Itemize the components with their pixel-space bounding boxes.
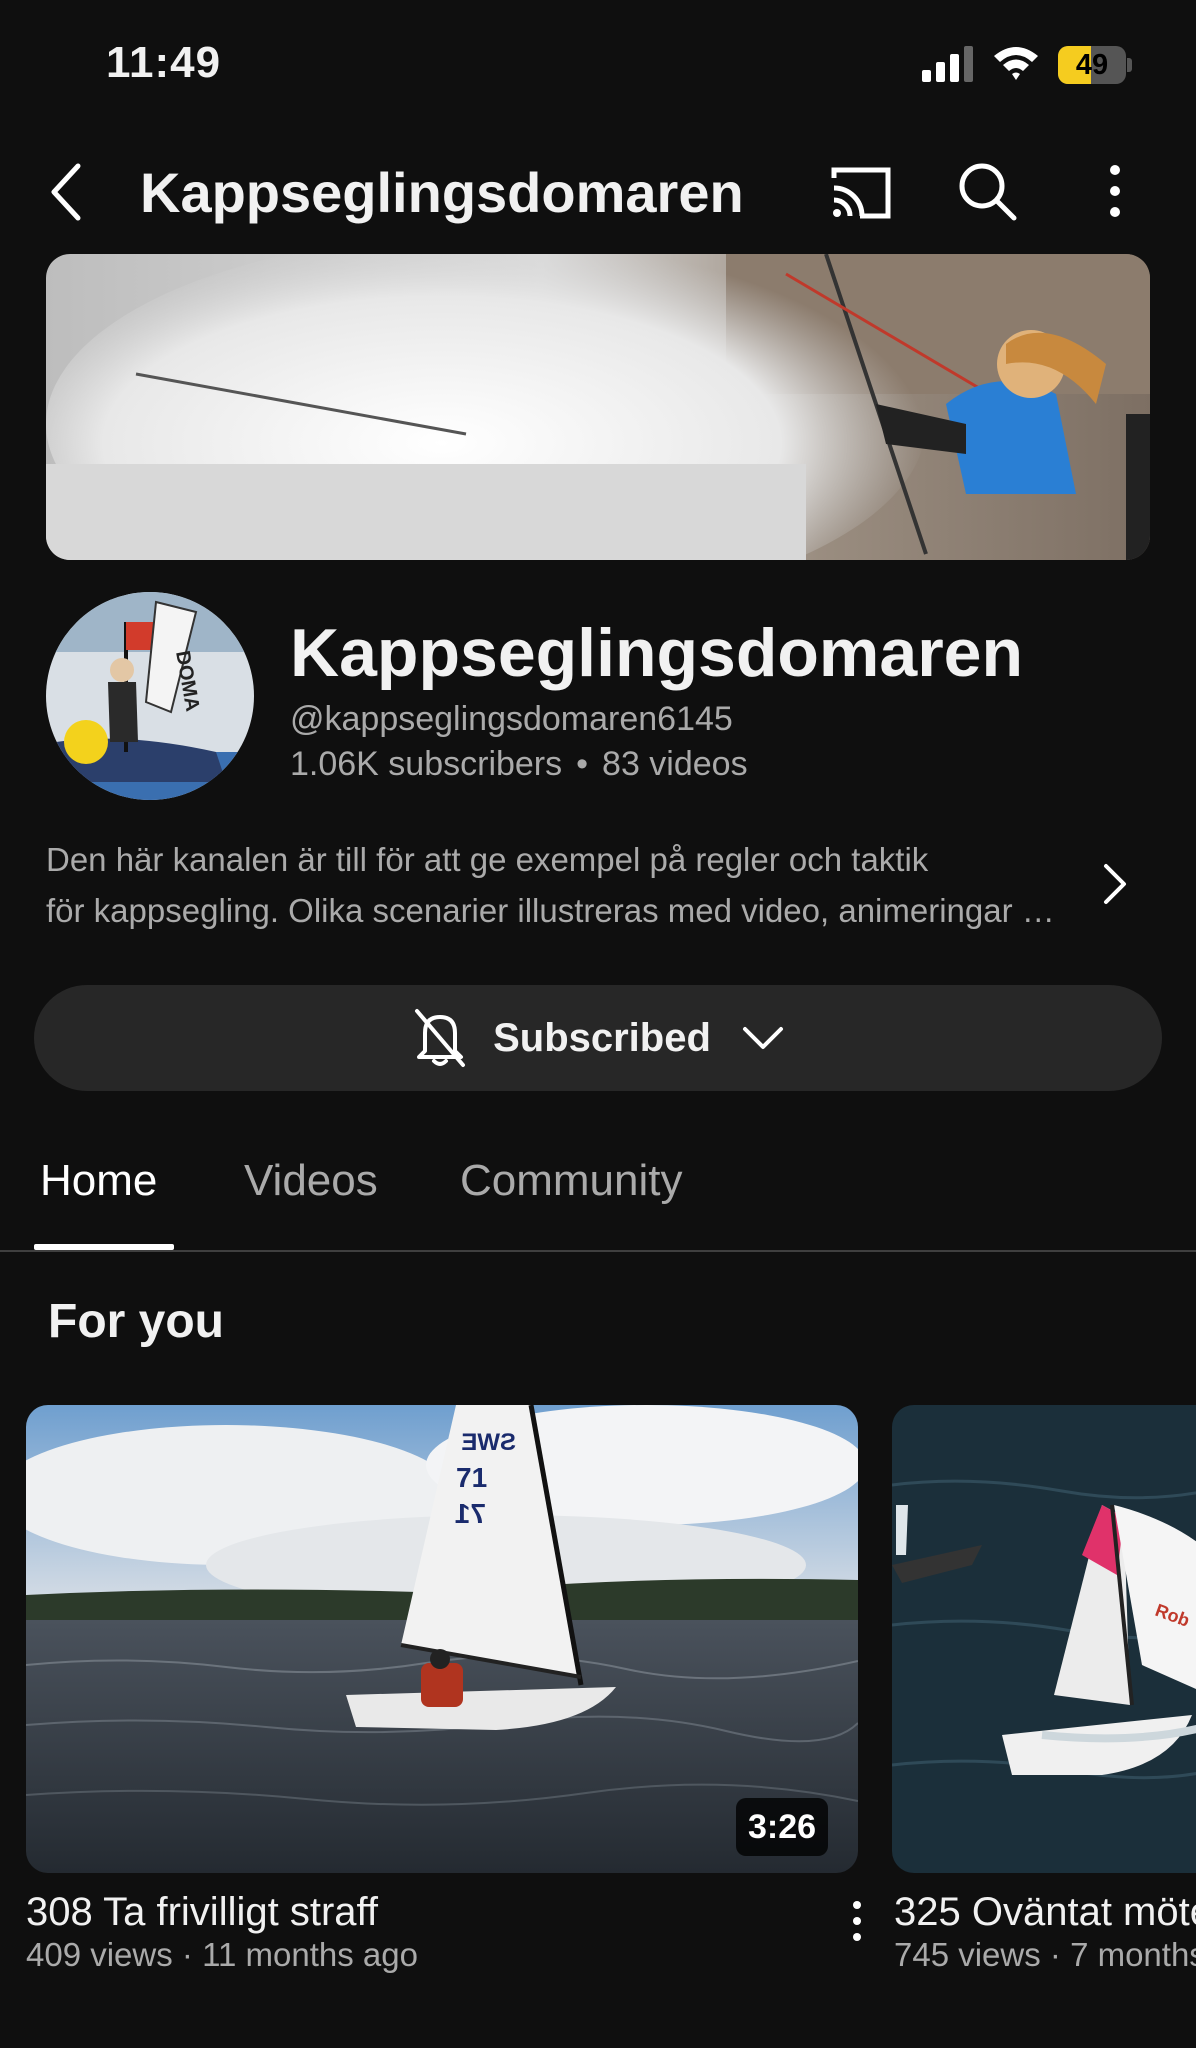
back-arrow-icon[interactable]: [40, 156, 96, 228]
svg-text:71: 71: [456, 1462, 487, 1493]
svg-text:SWE: SWE: [461, 1429, 516, 1456]
video-duration: 3:26: [736, 1798, 829, 1856]
channel-stats: 1.06K subscribers • 83 videos: [290, 745, 748, 784]
chevron-right-icon[interactable]: [1094, 858, 1134, 910]
stats-separator: •: [576, 745, 589, 783]
active-tab-indicator: [34, 1244, 174, 1250]
video-title[interactable]: 308 Ta frivilligt straff: [26, 1890, 378, 1935]
svg-text:71: 71: [455, 1498, 486, 1529]
bell-off-icon: [415, 1009, 466, 1067]
status-time: 11:49: [106, 38, 222, 87]
channel-banner: [46, 254, 1150, 560]
subscribed-button[interactable]: Subscribed: [34, 985, 1162, 1091]
video-count: 83 videos: [602, 745, 748, 783]
channel-handle: @kappseglingsdomaren6145: [290, 700, 733, 738]
channel-page: 11:49 49 Kappseglingsdomaren DOMA Kappse…: [0, 0, 1196, 2048]
channel-description[interactable]: Den här kanalen är till för att ge exemp…: [46, 834, 1086, 944]
video-thumbnail[interactable]: Rob: [892, 1405, 1196, 1873]
video-title[interactable]: 325 Oväntat möte: [894, 1890, 1196, 1935]
tab-videos[interactable]: Videos: [244, 1156, 378, 1206]
channel-avatar[interactable]: DOMA: [46, 592, 254, 800]
wifi-icon: [994, 47, 1038, 80]
subscriber-count: 1.06K subscribers: [290, 745, 563, 783]
more-vertical-icon[interactable]: [1090, 158, 1140, 224]
battery-icon: 49: [1058, 46, 1132, 84]
description-line: för kappsegling. Olika scenarier illustr…: [46, 892, 1066, 929]
signal-icon: [922, 46, 973, 82]
tab-home[interactable]: Home: [40, 1156, 157, 1206]
video-meta: 745 views · 7 months ago: [894, 1936, 1196, 1973]
top-app-bar: Kappseglingsdomaren: [0, 130, 1196, 254]
channel-name: Kappseglingsdomaren: [290, 615, 1024, 691]
chevron-down-icon: [742, 1027, 783, 1049]
more-vertical-icon[interactable]: [842, 1896, 872, 1946]
tab-community[interactable]: Community: [460, 1156, 683, 1206]
channel-tabs: Home Videos Community: [0, 1136, 1196, 1252]
status-bar: 11:49 49: [0, 0, 1196, 130]
subscribed-label: Subscribed: [493, 1015, 711, 1060]
cast-icon[interactable]: [826, 160, 896, 224]
search-icon[interactable]: [954, 158, 1020, 224]
video-meta: 409 views · 11 months ago: [26, 1936, 418, 1973]
appbar-title: Kappseglingsdomaren: [140, 161, 744, 224]
battery-level: 49: [1075, 49, 1109, 81]
section-title: For you: [48, 1295, 224, 1348]
description-line: Den här kanalen är till för att ge exemp…: [46, 841, 929, 878]
video-thumbnail[interactable]: SWE 71 71: [26, 1405, 858, 1873]
